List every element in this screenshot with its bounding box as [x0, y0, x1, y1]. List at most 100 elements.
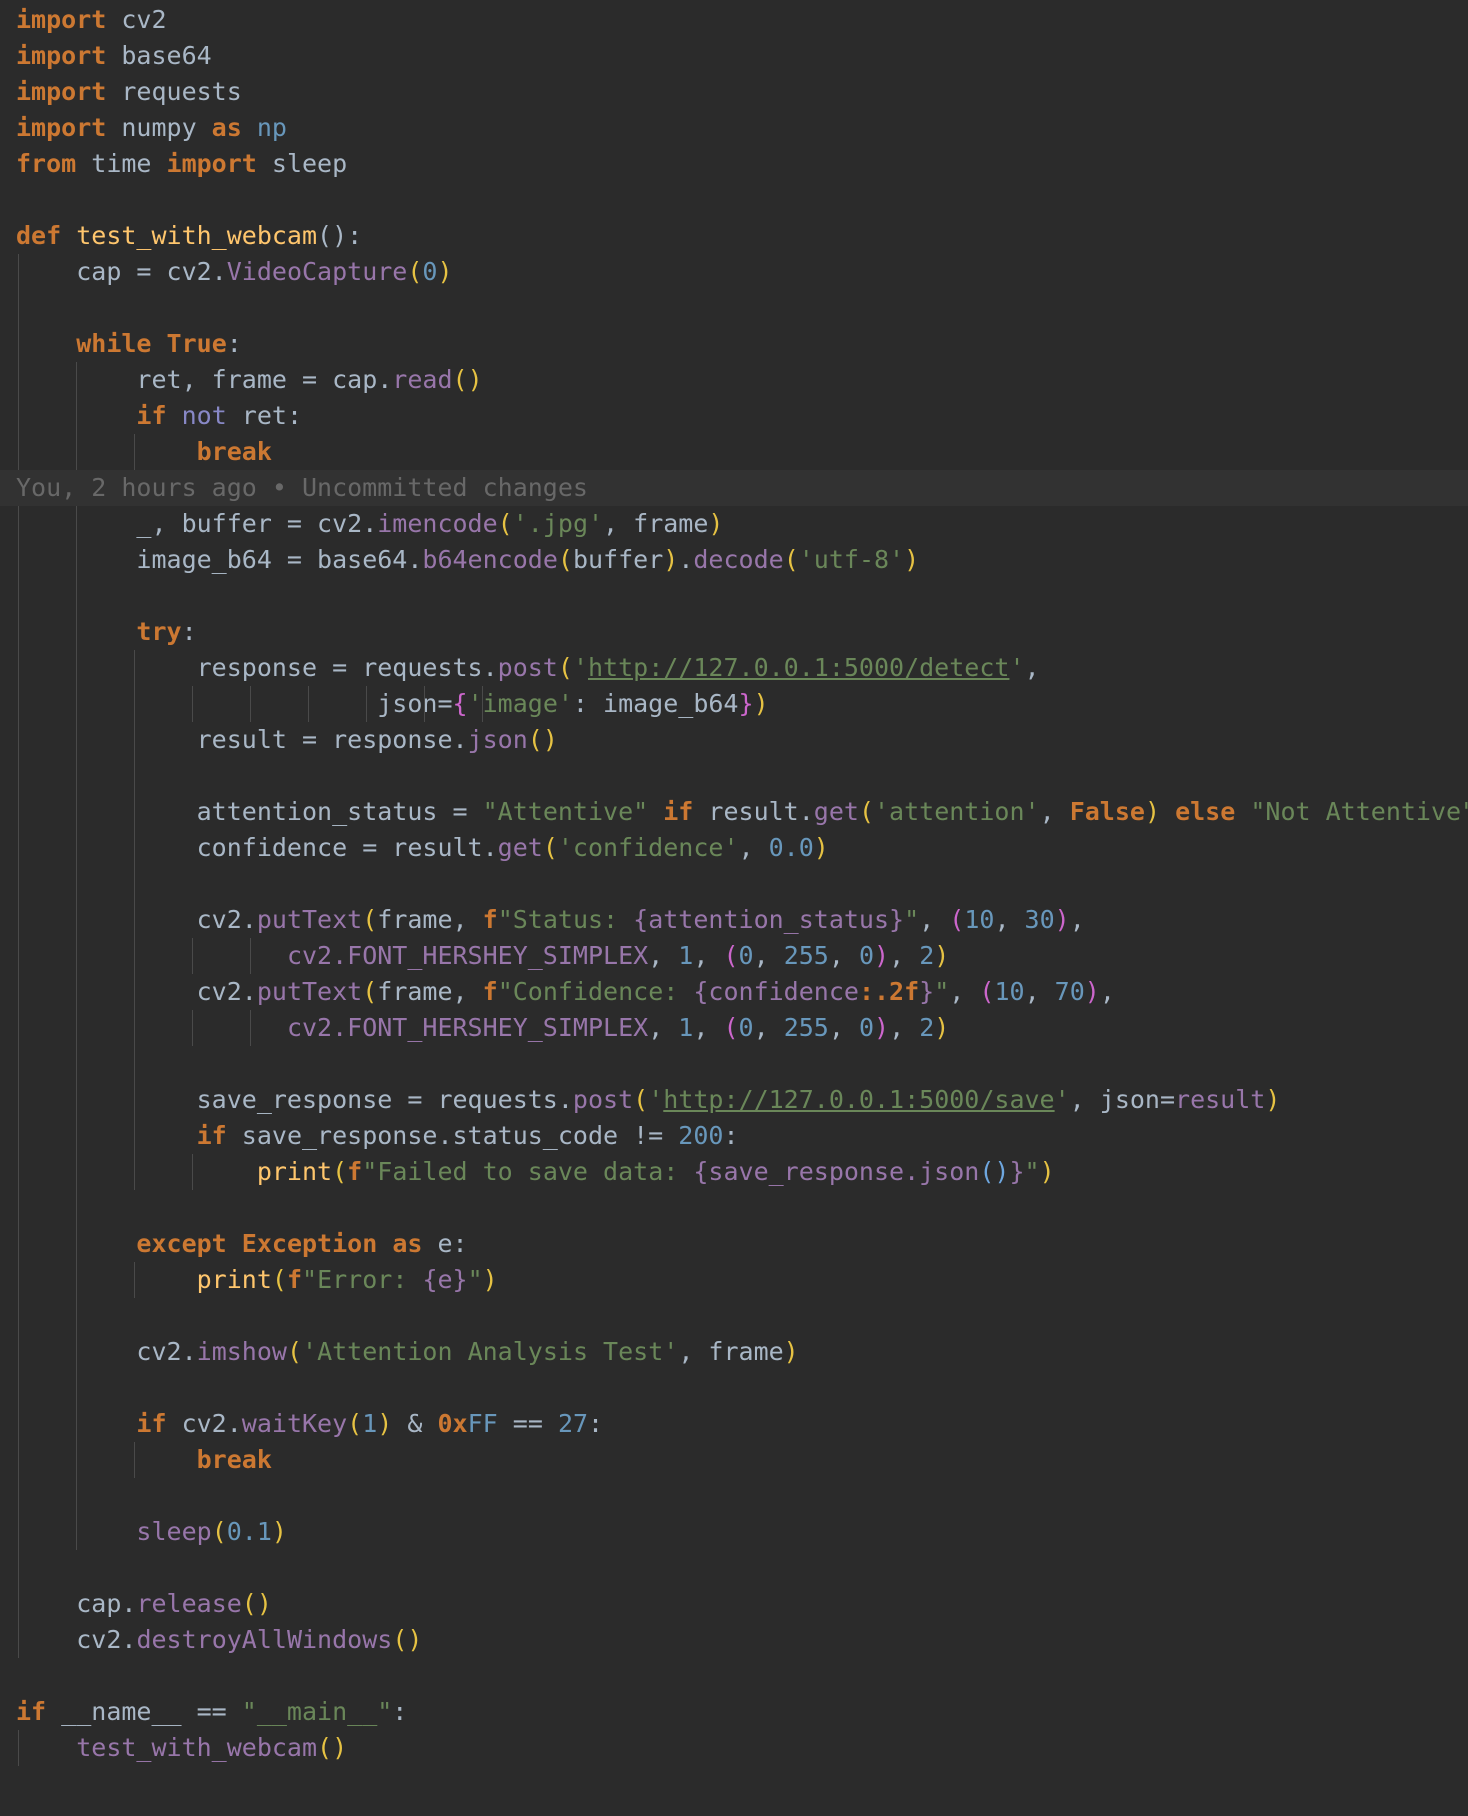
code-line[interactable]: image_b64 = base64.b64encode(buffer).dec…: [0, 542, 1468, 578]
code-token: response = requests.: [196, 653, 498, 682]
code-token: ): [874, 1013, 890, 1042]
code-token: f: [347, 1157, 363, 1186]
code-token: (: [362, 977, 378, 1006]
code-token: import: [16, 5, 107, 34]
code-line[interactable]: save_response = requests.post('http://12…: [0, 1082, 1468, 1118]
code-line[interactable]: json={'image': image_b64}): [0, 686, 1468, 722]
code-line[interactable]: if cv2.waitKey(1) & 0xFF == 27:: [0, 1406, 1468, 1442]
code-token: "__main__": [241, 1697, 393, 1726]
code-line[interactable]: import requests: [0, 74, 1468, 110]
code-token: "Attentive": [482, 797, 649, 826]
code-line[interactable]: cv2.FONT_HERSHEY_SIMPLEX, 1, (0, 255, 0)…: [0, 938, 1468, 974]
code-line[interactable]: [0, 1478, 1468, 1514]
code-line[interactable]: [0, 866, 1468, 902]
code-line[interactable]: [0, 1550, 1468, 1586]
code-line[interactable]: cv2.destroyAllWindows(): [0, 1622, 1468, 1658]
code-token: ': [648, 1085, 664, 1114]
code-line[interactable]: break: [0, 434, 1468, 470]
code-line[interactable]: [0, 1658, 1468, 1694]
code-token: "Failed to save data:: [362, 1157, 694, 1186]
code-line[interactable]: if __name__ == "__main__":: [0, 1694, 1468, 1730]
code-line[interactable]: [0, 1298, 1468, 1334]
code-token: else: [1175, 797, 1236, 826]
code-line[interactable]: cap = cv2.VideoCapture(0): [0, 254, 1468, 290]
indent-guide: [424, 686, 425, 722]
code-token: ): [482, 1265, 498, 1294]
code-line[interactable]: except Exception as e:: [0, 1226, 1468, 1262]
code-token: (: [949, 905, 965, 934]
code-line[interactable]: cv2.FONT_HERSHEY_SIMPLEX, 1, (0, 255, 0)…: [0, 1010, 1468, 1046]
code-line[interactable]: try:: [0, 614, 1468, 650]
code-line[interactable]: [0, 1046, 1468, 1082]
indent-guide: [76, 974, 77, 1010]
code-line[interactable]: test_with_webcam(): [0, 1730, 1468, 1766]
code-line[interactable]: while True:: [0, 326, 1468, 362]
code-line[interactable]: import base64: [0, 38, 1468, 74]
code-line[interactable]: import numpy as np: [0, 110, 1468, 146]
code-token: get: [497, 833, 543, 862]
indent-guide: [76, 434, 77, 470]
code-line[interactable]: [0, 758, 1468, 794]
code-line[interactable]: cv2.putText(frame, f"Confidence: {confid…: [0, 974, 1468, 1010]
code-token: (: [858, 797, 874, 826]
code-line[interactable]: sleep(0.1): [0, 1514, 1468, 1550]
code-line[interactable]: response = requests.post('http://127.0.0…: [0, 650, 1468, 686]
code-token: 0.0: [768, 833, 814, 862]
code-line[interactable]: result = response.json(): [0, 722, 1468, 758]
code-token: (): [317, 1733, 348, 1762]
indent-guide: [76, 362, 77, 398]
code-token: numpy: [106, 113, 212, 142]
code-line[interactable]: _, buffer = cv2.imencode('.jpg', frame): [0, 506, 1468, 542]
indent-guide: [76, 1154, 77, 1190]
indent-guide: [18, 1118, 19, 1154]
code-line[interactable]: ret, frame = cap.read(): [0, 362, 1468, 398]
code-line[interactable]: [0, 578, 1468, 614]
code-line[interactable]: cap.release(): [0, 1586, 1468, 1622]
code-token: ,: [889, 941, 920, 970]
code-line[interactable]: [0, 1190, 1468, 1226]
code-line[interactable]: [0, 1370, 1468, 1406]
code-token: (): [979, 1157, 1010, 1186]
code-line[interactable]: if save_response.status_code != 200:: [0, 1118, 1468, 1154]
code-line[interactable]: print(f"Error: {e}"): [0, 1262, 1468, 1298]
code-line[interactable]: [0, 182, 1468, 218]
code-token: (: [633, 1085, 649, 1114]
code-token: (: [407, 257, 423, 286]
code-line[interactable]: confidence = result.get('confidence', 0.…: [0, 830, 1468, 866]
code-token: imencode: [377, 509, 498, 538]
code-line[interactable]: cv2.imshow('Attention Analysis Test', fr…: [0, 1334, 1468, 1370]
indent-guide: [134, 1046, 135, 1082]
code-token: break: [196, 1445, 272, 1474]
code-token: if: [136, 401, 167, 430]
code-token: ): [437, 257, 453, 286]
code-token: ,: [693, 941, 724, 970]
indent-guide: [134, 758, 135, 794]
code-token: cap.: [76, 1589, 137, 1618]
code-line[interactable]: import cv2: [0, 2, 1468, 38]
code-line[interactable]: cv2.putText(frame, f"Status: {attention_…: [0, 902, 1468, 938]
indent-guide: [18, 434, 19, 470]
code-token: 30: [1024, 905, 1055, 934]
code-token: post: [572, 1085, 634, 1114]
blame-annotation-line[interactable]: You, 2 hours ago • Uncommitted changes: [0, 470, 1468, 506]
code-line[interactable]: break: [0, 1442, 1468, 1478]
code-editor[interactable]: import cv2 import base64 import requests im…: [0, 2, 1468, 1766]
code-line[interactable]: if not ret:: [0, 398, 1468, 434]
code-token: ): [1265, 1085, 1281, 1114]
code-line[interactable]: print(f"Failed to save data: {save_respo…: [0, 1154, 1468, 1190]
code-line[interactable]: [0, 290, 1468, 326]
code-line[interactable]: from time import sleep: [0, 146, 1468, 182]
code-line[interactable]: def test_with_webcam():: [0, 218, 1468, 254]
code-line[interactable]: attention_status = "Attentive" if result…: [0, 794, 1468, 830]
code-token: 'attention': [874, 797, 1040, 826]
code-token: ): [934, 941, 950, 970]
